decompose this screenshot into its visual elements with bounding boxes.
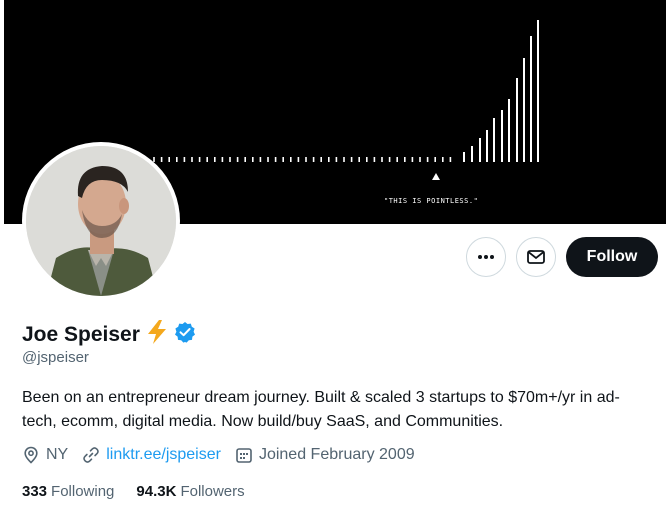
profile-name-row: Joe Speiser [22, 319, 196, 350]
followers-count: 94.3K [136, 483, 177, 500]
banner-caption: "THIS IS POINTLESS." [384, 197, 479, 205]
website-item: linktr.ee/jspeiser [82, 446, 221, 464]
verified-badge[interactable] [174, 321, 196, 348]
profile-photo [26, 146, 176, 296]
joined-item: Joined February 2009 [235, 446, 415, 464]
profile-name: Joe Speiser [22, 322, 140, 346]
calendar-icon [236, 448, 252, 463]
following-stat[interactable]: 333 Following [22, 483, 114, 500]
location-text: NY [46, 446, 69, 463]
profile-stats: 333 Following 94.3K Followers [22, 483, 245, 500]
lightning-emoji [146, 319, 168, 350]
more-button[interactable] [466, 237, 506, 277]
location-pin-icon [24, 446, 38, 464]
link-icon [83, 447, 100, 463]
lightning-icon [147, 320, 166, 344]
location-item: NY [22, 446, 68, 464]
profile-meta: NY linktr.ee/jspeiser Joined February 20… [22, 446, 415, 464]
following-label: Following [51, 483, 115, 500]
followers-label: Followers [180, 483, 245, 500]
website-link[interactable]: linktr.ee/jspeiser [106, 446, 221, 464]
banner-marker-icon [432, 173, 440, 180]
avatar[interactable] [22, 142, 180, 300]
joined-text: Joined February 2009 [258, 446, 415, 463]
following-count: 333 [22, 483, 48, 500]
more-dots-icon [478, 255, 494, 259]
followers-stat[interactable]: 94.3K Followers [136, 483, 244, 500]
profile-actions: Follow [466, 237, 658, 277]
envelope-icon [527, 250, 545, 264]
follow-button[interactable]: Follow [566, 237, 658, 277]
message-button[interactable] [516, 237, 556, 277]
verified-icon [174, 322, 195, 343]
profile-bio: Been on an entrepreneur dream journey. B… [22, 389, 620, 430]
profile-handle: @jspeiser [22, 349, 89, 366]
